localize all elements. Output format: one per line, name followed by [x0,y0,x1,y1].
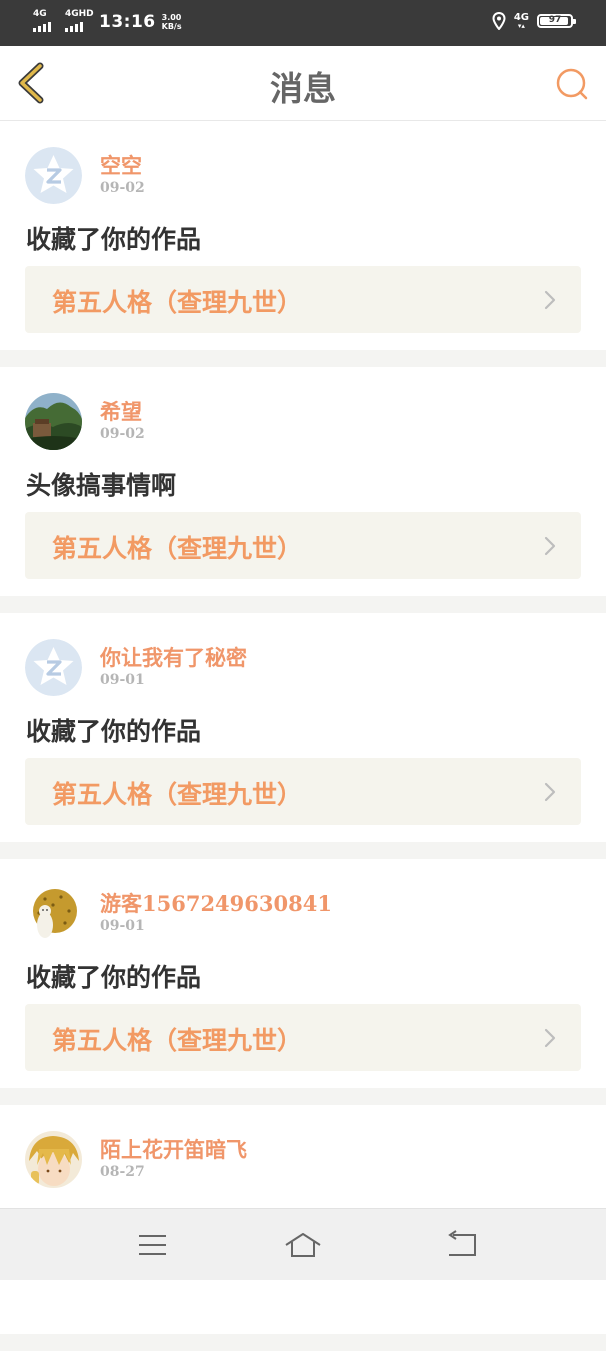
message-list: 空空 09-02 收藏了你的作品 第五人格（查理九世） 希望 09-02 头像搞… [0,121,606,1351]
status-bar: 4G 4GHD 13:16 3.00 KB/s 4G ▾▴ 97 [0,0,606,46]
message-text: 收藏了你的作品 [26,225,202,254]
work-title: 第五人格（查理九世） [52,1026,303,1055]
menu-button[interactable] [132,1229,172,1261]
clock: 13:16 [99,12,156,32]
work-link[interactable]: 第五人格（查理九世） [25,266,581,333]
message-date: 09-02 [100,426,145,442]
work-title: 第五人格（查理九世） [52,534,303,563]
work-title: 第五人格（查理九世） [52,780,303,809]
search-icon [556,68,588,100]
chevron-right-icon [544,536,556,556]
anime-avatar-icon [25,1131,82,1188]
default-avatar-icon [25,639,82,696]
username[interactable]: 陌上花开笛暗飞 [100,1134,247,1164]
avatar[interactable] [25,1131,82,1188]
cat-avatar-icon [25,885,82,942]
menu-icon [139,1235,166,1255]
chevron-right-icon [544,782,556,802]
message-card: 希望 09-02 头像搞事情啊 第五人格（查理九世） [0,367,606,596]
username[interactable]: 游客1567249630841 [100,888,332,918]
battery-level: 97 [548,15,562,25]
chevron-right-icon [544,290,556,310]
work-link[interactable]: 第五人格（查理九世） [25,758,581,825]
message-date: 08-27 [100,1164,145,1180]
back-icon [448,1230,476,1256]
avatar[interactable] [25,885,82,942]
signal-icon: 4GHD [65,9,94,32]
system-navigation-bar [0,1208,606,1280]
message-date: 09-02 [100,180,145,196]
sim1-label: 4G [33,9,47,19]
landscape-avatar-icon [25,393,82,450]
page-title: 消息 [270,69,336,108]
message-card: 游客1567249630841 09-01 收藏了你的作品 第五人格（查理九世） [0,859,606,1088]
message-text: 收藏了你的作品 [26,963,202,992]
work-title: 第五人格（查理九世） [52,288,303,317]
username[interactable]: 你让我有了秘密 [100,642,247,672]
sim2-label: 4GHD [65,9,94,19]
message-card: 你让我有了秘密 09-01 收藏了你的作品 第五人格（查理九世） [0,613,606,842]
default-avatar-icon [25,147,82,204]
work-link[interactable]: 第五人格（查理九世） [25,512,581,579]
username[interactable]: 希望 [100,396,142,426]
location-icon [492,12,506,30]
home-icon [285,1233,321,1257]
search-button[interactable] [552,64,592,104]
avatar[interactable] [25,639,82,696]
chevron-right-icon [544,1028,556,1048]
message-text: 头像搞事情啊 [26,471,177,500]
signal-icon: 4G [33,10,59,32]
work-link[interactable]: 第五人格（查理九世） [25,1004,581,1071]
message-date: 09-01 [100,672,145,688]
message-date: 09-01 [100,918,145,934]
message-text: 收藏了你的作品 [26,717,202,746]
back-nav-button[interactable] [441,1229,481,1261]
nav-bar: 消息 [0,46,606,121]
mobile-data-icon: 4G ▾▴ [513,11,529,30]
avatar[interactable] [25,147,82,204]
avatar[interactable] [25,393,82,450]
battery-icon: 97 [537,14,576,28]
network-speed: 3.00 KB/s [161,13,182,31]
home-button[interactable] [283,1229,323,1261]
username[interactable]: 空空 [100,150,142,180]
message-card: 空空 09-02 收藏了你的作品 第五人格（查理九世） [0,121,606,350]
